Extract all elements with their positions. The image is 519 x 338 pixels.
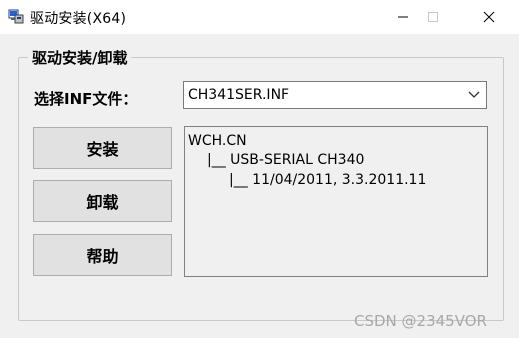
watermark: CSDN @2345VOR <box>354 312 487 330</box>
inf-file-select[interactable]: CH341SER.INF <box>183 81 487 109</box>
close-button[interactable] <box>466 0 512 34</box>
maximize-icon <box>428 12 438 22</box>
inf-file-label: 选择INF文件： <box>34 90 138 108</box>
maximize-button[interactable] <box>410 0 456 34</box>
help-button[interactable]: 帮助 <box>33 234 172 276</box>
driver-info-box: WCH.CN |__ USB-SERIAL CH340 |__ 11/04/20… <box>184 126 488 277</box>
close-icon <box>483 11 495 23</box>
install-button[interactable]: 安装 <box>33 127 172 169</box>
info-vendor: WCH.CN <box>188 133 247 149</box>
chevron-down-icon[interactable] <box>468 90 480 100</box>
groupbox-label: 驱动安装/卸载 <box>28 47 132 68</box>
info-version: |__ 11/04/2011, 3.3.2011.11 <box>229 172 427 188</box>
uninstall-button[interactable]: 卸载 <box>33 180 172 222</box>
info-device: |__ USB-SERIAL CH340 <box>207 152 365 168</box>
computer-setup-icon <box>8 9 24 24</box>
inf-file-value: CH341SER.INF <box>188 87 290 103</box>
title-bar: 驱动安装(X64) <box>0 0 519 34</box>
minimize-icon <box>398 16 408 18</box>
window-title: 驱动安装(X64) <box>30 11 127 27</box>
